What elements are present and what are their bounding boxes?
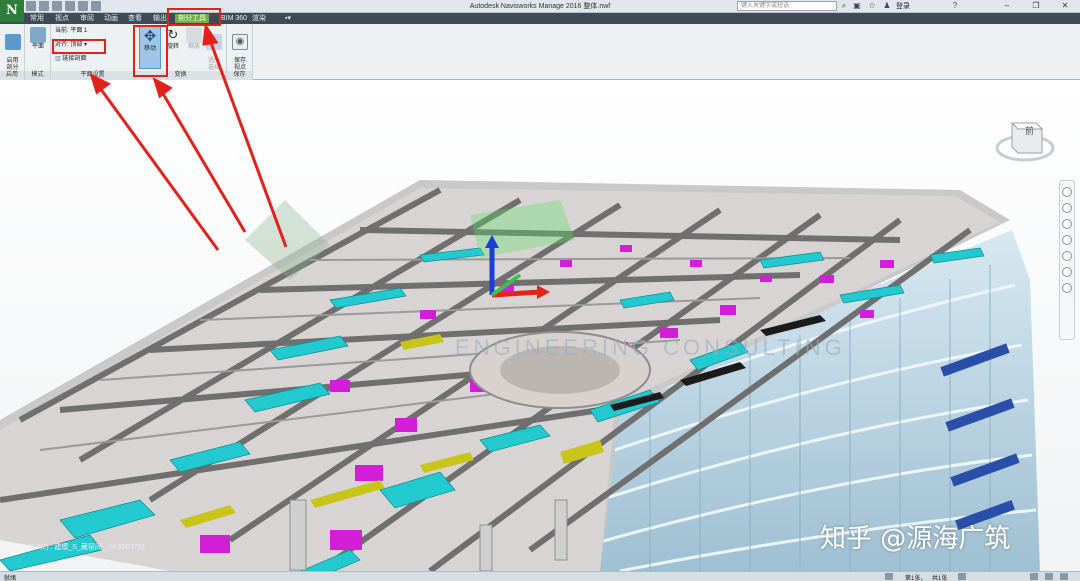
save-icon[interactable] — [39, 1, 49, 11]
enable-sectioning-icon — [4, 34, 21, 50]
minimize-button[interactable]: – — [993, 0, 1021, 12]
prev-page-icon[interactable] — [885, 573, 893, 580]
current-plane-select[interactable]: 当前: 平面 1 — [55, 27, 87, 35]
plane-icon — [30, 27, 46, 43]
undo-icon[interactable] — [65, 1, 75, 11]
annotation-box-tab — [167, 8, 221, 26]
status-text: 就绪 — [4, 576, 17, 581]
help-icon[interactable]: ? — [950, 1, 960, 11]
subscription-icon[interactable]: ▣ — [852, 1, 862, 11]
performance-icon — [1030, 573, 1038, 580]
group-label-enable: 启用 — [0, 71, 24, 80]
group-label-plane-settings: 平面设置 — [51, 71, 134, 80]
fit-selection-button[interactable]: 适应 选择 — [204, 27, 224, 72]
zoom-icon[interactable] — [1062, 219, 1072, 229]
login-link[interactable]: 登录 — [896, 1, 910, 11]
coordinate-readout: L(-2)-7(2) : 建模_S_藏窑间_-14.500 (7S) — [19, 544, 145, 551]
tab-render[interactable]: 渲染 — [249, 14, 269, 23]
communication-icon[interactable]: ☆ — [867, 1, 877, 11]
title-bar: Autodesk Navisworks Manage 2016 整体.nwf 键… — [0, 0, 1080, 13]
group-label-mode: 模式 — [25, 71, 50, 80]
app-logo[interactable]: N — [0, 0, 24, 22]
tab-view[interactable]: 查看 — [125, 14, 145, 23]
save-viewpoint-button[interactable]: ◉ 保存 视点 — [230, 27, 250, 72]
enable-sectioning-button[interactable]: 启用 剖分 — [2, 27, 23, 72]
viewcube[interactable] — [994, 108, 1056, 170]
tab-review[interactable]: 审阅 — [77, 14, 97, 23]
open-icon[interactable] — [26, 1, 36, 11]
window-title: Autodesk Navisworks Manage 2016 整体.nwf — [469, 3, 611, 10]
group-label-save: 保存 — [227, 71, 252, 80]
3d-viewport[interactable]: ENGINEERING CONSULTING 前 L(-2)-7(2) : 建模… — [0, 80, 1080, 571]
tab-animation[interactable]: 动画 — [101, 14, 121, 23]
next-page-icon[interactable] — [958, 573, 966, 580]
viewcube-face-label[interactable]: 前 — [1025, 124, 1034, 137]
tab-viewpoint[interactable]: 视点 — [52, 14, 72, 23]
annotation-box-align — [52, 39, 106, 54]
status-bar: 就绪 第1张， 共1张 — [0, 571, 1080, 581]
quick-access-toolbar — [26, 1, 101, 11]
user-icon[interactable]: ♟ — [882, 1, 892, 11]
select-icon[interactable] — [91, 1, 101, 11]
watermark-text: 知乎 @源海广筑 — [820, 524, 1011, 554]
steering-wheel-icon[interactable] — [1062, 187, 1072, 197]
walk-icon[interactable] — [1062, 267, 1072, 277]
fly-icon[interactable] — [1062, 283, 1072, 293]
search-icon[interactable]: ⌕ — [839, 1, 849, 11]
group-save: ◉ 保存 视点 保存 — [227, 24, 253, 80]
link-section-icon: ▥ — [55, 56, 61, 62]
link-section-button[interactable]: ▥ 链接剖面 — [55, 55, 86, 63]
background-logo-text: ENGINEERING CONSULTING — [455, 335, 846, 360]
print-icon[interactable] — [52, 1, 62, 11]
orbit-icon[interactable] — [1062, 235, 1072, 245]
page-total: 共1张 — [932, 576, 948, 581]
scale-button[interactable]: 缩放 — [184, 27, 204, 51]
maximize-button[interactable]: ❐ — [1022, 0, 1050, 12]
tab-bim360[interactable]: BIM 360 — [218, 14, 250, 23]
group-enable: 启用 剖分 启用 — [0, 24, 25, 80]
plane-mode-button[interactable]: 平面 — [29, 27, 47, 51]
redo-icon[interactable] — [78, 1, 88, 11]
scale-icon — [186, 27, 202, 43]
building-model-render: ENGINEERING CONSULTING — [0, 80, 1080, 571]
navigation-bar — [1059, 180, 1075, 340]
page-indicator: 第1张， — [905, 576, 927, 581]
group-mode: 平面 模式 — [25, 24, 51, 80]
search-input[interactable]: 键入关键字或短语 — [737, 1, 837, 11]
ribbon-tab-bar: 常用 视点 审阅 动画 查看 输出 剖分工具 BIM 360 渲染 ▪▾ — [0, 13, 1080, 24]
pan-icon[interactable] — [1062, 203, 1072, 213]
close-button[interactable]: ✕ — [1051, 0, 1079, 12]
fit-selection-icon — [206, 34, 222, 50]
annotation-box-move — [133, 25, 168, 77]
tab-home[interactable]: 常用 — [27, 14, 47, 23]
look-icon[interactable] — [1062, 251, 1072, 261]
memory-icon — [1045, 573, 1053, 580]
tab-extra-icon[interactable]: ▪▾ — [282, 14, 294, 23]
camera-icon: ◉ — [232, 34, 248, 50]
disk-icon — [1060, 573, 1068, 580]
